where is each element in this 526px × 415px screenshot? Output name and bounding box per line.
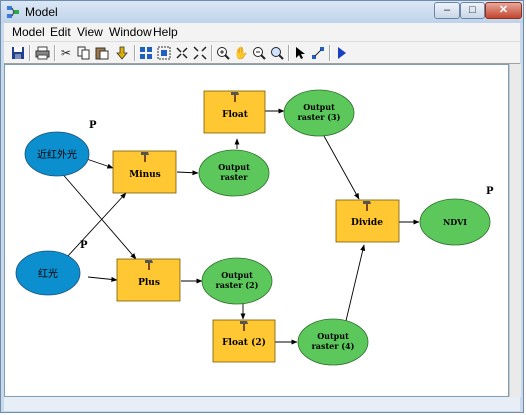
add-data-icon (116, 46, 128, 60)
copy-button[interactable] (76, 45, 92, 61)
model-canvas[interactable]: 近红外光 P 红光 P Minus Plus Float Float (2) D… (4, 64, 509, 397)
toolbar-separator (211, 45, 213, 61)
fixed-zoom-in-icon (176, 47, 188, 59)
magnifier-icon (271, 47, 284, 60)
tool-label: Divide (351, 218, 383, 228)
full-extent-button[interactable] (156, 45, 172, 61)
menu-edit[interactable]: Edit (50, 25, 71, 39)
toolbar-separator (329, 45, 331, 61)
pointer-icon (296, 47, 305, 59)
output-label-line1: Output (221, 270, 253, 280)
connector (66, 192, 127, 258)
fixed-zoom-out-icon (193, 46, 207, 60)
pan-button[interactable]: ✋ (233, 45, 249, 61)
output-label-line1: Output (218, 162, 250, 172)
input-label: 近红外光 (37, 148, 77, 161)
vertical-scrollbar[interactable] (509, 64, 521, 397)
select-button[interactable] (292, 45, 308, 61)
toolbar-separator (134, 45, 136, 61)
close-icon: ✕ (498, 4, 509, 16)
window-title: Model (25, 5, 58, 19)
input-label: 红光 (38, 267, 58, 280)
zoom-full-button[interactable] (269, 45, 285, 61)
maximize-icon: □ (469, 4, 476, 16)
fixed-zoom-out-button[interactable] (192, 45, 208, 61)
zoom-in-icon (217, 47, 230, 60)
output-node-ndvi[interactable]: NDVI P (419, 186, 494, 246)
zoom-out-icon (253, 47, 266, 60)
output-node-raster[interactable]: Output raster (198, 149, 270, 197)
connector (87, 276, 118, 282)
auto-layout-button[interactable] (138, 45, 154, 61)
tool-node-float-2[interactable]: Float (2) (212, 319, 276, 363)
tool-label: Float (2) (222, 337, 266, 348)
model-diagram: 近红外光 P 红光 P Minus Plus Float Float (2) D… (15, 89, 494, 366)
output-node-raster-4[interactable]: Output raster (4) (297, 318, 369, 366)
output-label-line2: raster (4) (312, 341, 355, 351)
print-button[interactable] (34, 45, 50, 61)
tool-label: Minus (129, 170, 161, 180)
close-button[interactable]: ✕ (485, 2, 522, 19)
tool-label: Plus (138, 278, 160, 288)
scissors-icon: ✂ (60, 46, 72, 60)
zoom-in-button[interactable] (215, 45, 231, 61)
save-button[interactable] (10, 45, 26, 61)
paste-icon (95, 47, 109, 60)
parameter-marker: P (89, 120, 97, 131)
maximize-button[interactable]: □ (460, 2, 485, 19)
save-icon (12, 47, 24, 59)
tool-node-float[interactable]: Float (203, 90, 266, 134)
input-node-red[interactable]: 红光 P (15, 240, 88, 296)
tool-node-minus[interactable]: Minus (112, 150, 177, 194)
fixed-zoom-in-button[interactable] (174, 45, 190, 61)
title-bar[interactable]: Model – □ ✕ (1, 1, 523, 23)
parameter-marker: P (486, 186, 494, 197)
connector (323, 135, 360, 200)
connect-icon (312, 47, 324, 59)
grid-layout-icon (140, 47, 152, 59)
paste-button[interactable] (94, 45, 110, 61)
run-icon (338, 47, 346, 59)
connector (344, 244, 366, 326)
printer-icon (35, 46, 49, 60)
output-label-line1: Output (317, 331, 349, 341)
cut-button[interactable]: ✂ (58, 45, 74, 61)
output-label-line1: NDVI (443, 217, 467, 227)
connector (176, 170, 199, 176)
parameter-marker: P (80, 240, 88, 251)
input-node-near-infrared[interactable]: 近红外光 P (24, 120, 97, 177)
toolbar-separator (29, 45, 31, 61)
run-button[interactable] (333, 45, 349, 61)
hand-icon: ✋ (233, 46, 249, 60)
toolbar: ✂ ✋ (4, 41, 520, 64)
menu-bar: Model Edit View Window Help (4, 23, 520, 41)
output-label-line1: Output (303, 102, 335, 112)
add-connection-button[interactable] (310, 45, 326, 61)
output-label-line2: raster (2) (216, 280, 259, 290)
tool-node-plus[interactable]: Plus (116, 258, 181, 302)
minimize-icon: – (443, 4, 451, 16)
menu-help[interactable]: Help (153, 25, 178, 39)
output-node-raster-2[interactable]: Output raster (2) (201, 257, 273, 305)
zoom-out-button[interactable] (251, 45, 267, 61)
menu-model[interactable]: Model (12, 25, 45, 39)
minimize-button[interactable]: – (434, 2, 460, 19)
output-label-line2: raster (221, 172, 249, 182)
tool-node-divide[interactable]: Divide (335, 199, 400, 243)
model-window: Model – □ ✕ Model Edit View Window Help … (0, 0, 524, 413)
full-extent-icon (157, 46, 171, 60)
model-app-icon (7, 6, 19, 18)
tool-label: Float (222, 110, 249, 120)
toolbar-separator (54, 45, 56, 61)
menu-window[interactable]: Window (109, 25, 152, 39)
status-bar (4, 397, 520, 411)
copy-icon (77, 46, 90, 60)
output-label-line2: raster (3) (298, 112, 341, 122)
toolbar-separator (288, 45, 290, 61)
menu-view[interactable]: View (77, 25, 103, 39)
add-data-button[interactable] (114, 45, 130, 61)
output-node-raster-3[interactable]: Output raster (3) (283, 89, 355, 137)
